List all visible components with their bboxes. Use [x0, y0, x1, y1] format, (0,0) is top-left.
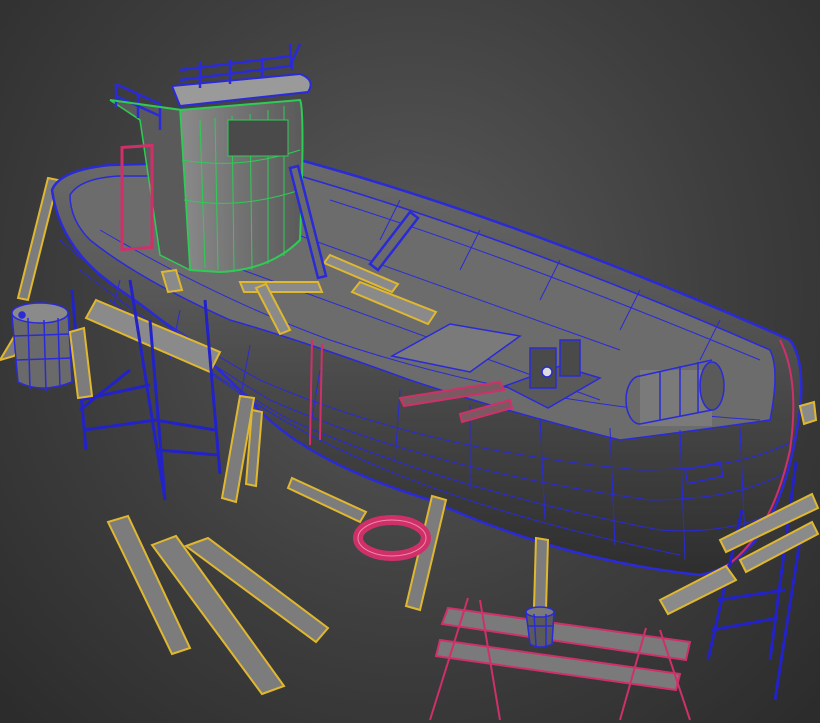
life-ring — [353, 515, 431, 561]
3d-viewport[interactable] — [0, 0, 820, 723]
ground-planks — [106, 514, 330, 696]
bucket — [525, 606, 555, 648]
wireframe-boat-scene — [0, 43, 820, 721]
sawhorses — [429, 597, 692, 721]
barrel — [11, 302, 73, 393]
